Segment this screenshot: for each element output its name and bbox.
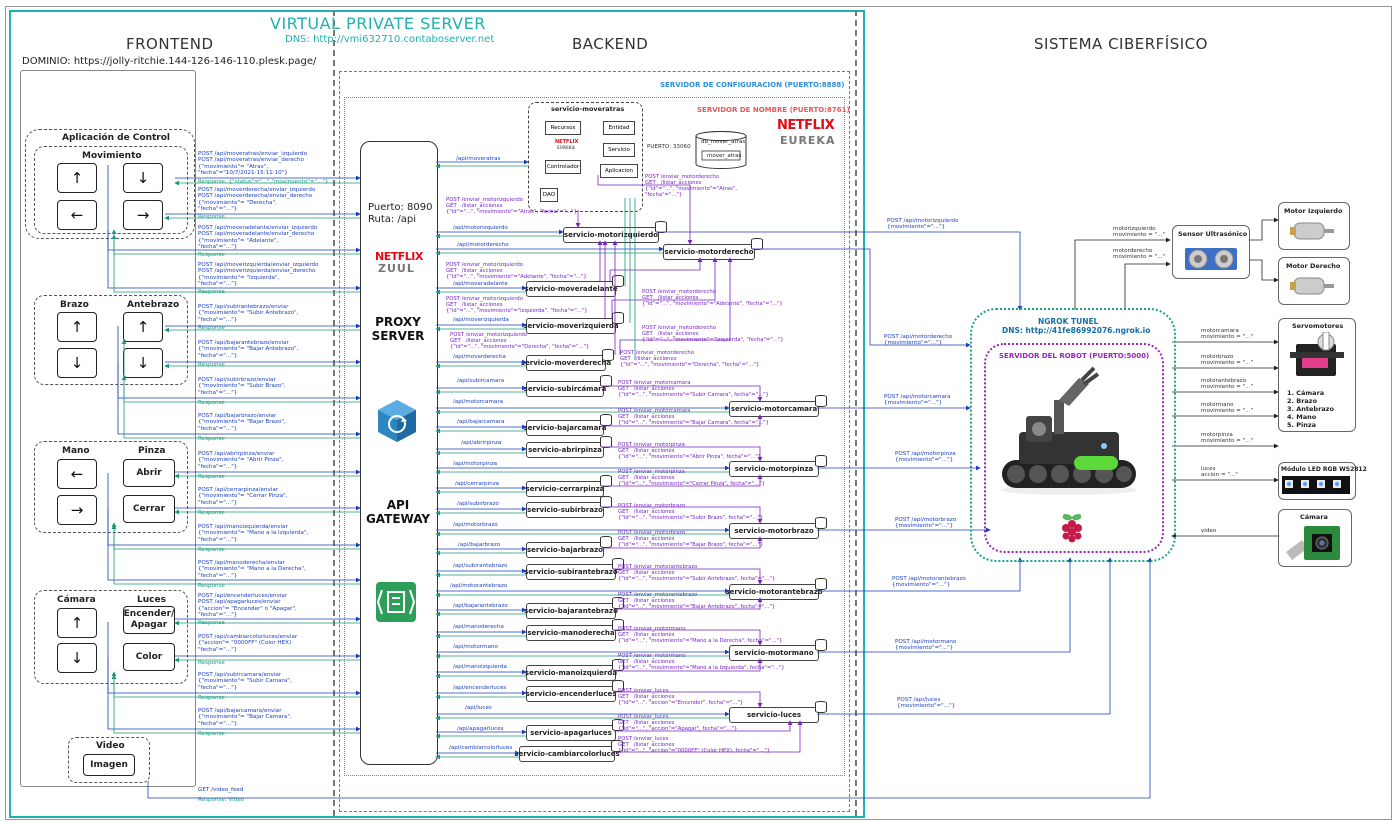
ngrok-title: NGROK TUNEL — [1038, 317, 1099, 326]
servo-list-item: 3. Antebrazo — [1287, 405, 1334, 413]
servo-list-item: 1. Cámara — [1287, 389, 1325, 397]
motor-icon — [1290, 219, 1336, 243]
servo-icon — [1290, 331, 1344, 384]
servo-list-item: 4. Mano — [1287, 413, 1317, 421]
hw-label: motorpinza movimiento = "..." — [1201, 432, 1254, 445]
sensor-title: Sensor Ultrasónico — [1178, 230, 1248, 238]
motor-icon — [1290, 274, 1336, 298]
robot-icon — [994, 360, 1144, 510]
hw-label: motorizquierdo movimiento = "..." — [1113, 226, 1166, 239]
servo-list-item: 5. Pinza — [1287, 421, 1317, 429]
ngrok-dns: DNS: http://41fe86992076.ngrok.io — [1002, 326, 1151, 335]
motor-derecho-title: Motor Derecho — [1286, 262, 1341, 270]
hw-label: video — [1201, 528, 1217, 534]
led-title: Módulo LED RGB WS2812 — [1281, 466, 1367, 473]
camera-icon — [1286, 522, 1344, 562]
connector-lines — [107, 159, 1279, 799]
led-strip-icon — [1282, 476, 1350, 494]
hw-label: motormano movimiento = "..." — [1201, 402, 1254, 415]
camera-title: Cámara — [1300, 513, 1328, 521]
robot-server-label: SERVIDOR DEL ROBOT (PUERTO:5000) — [999, 352, 1150, 360]
hw-label: motorbrazo movimiento = "..." — [1201, 354, 1254, 367]
hw-label: motorantebrazo movimiento = "..." — [1201, 378, 1254, 391]
raspberry-pi-icon — [1058, 512, 1086, 544]
hw-label: motorcamara movimiento = "..." — [1201, 328, 1254, 341]
motor-izquierdo-title: Motor Izquierdo — [1284, 207, 1343, 215]
ultrasonic-sensor-icon — [1185, 244, 1237, 272]
hw-label: luces accion = "..." — [1201, 466, 1238, 479]
servos-title: Servomotores — [1292, 322, 1344, 330]
hw-label: motorderecho movimiento = "..." — [1113, 248, 1166, 261]
servo-list-item: 2. Brazo — [1287, 397, 1318, 405]
